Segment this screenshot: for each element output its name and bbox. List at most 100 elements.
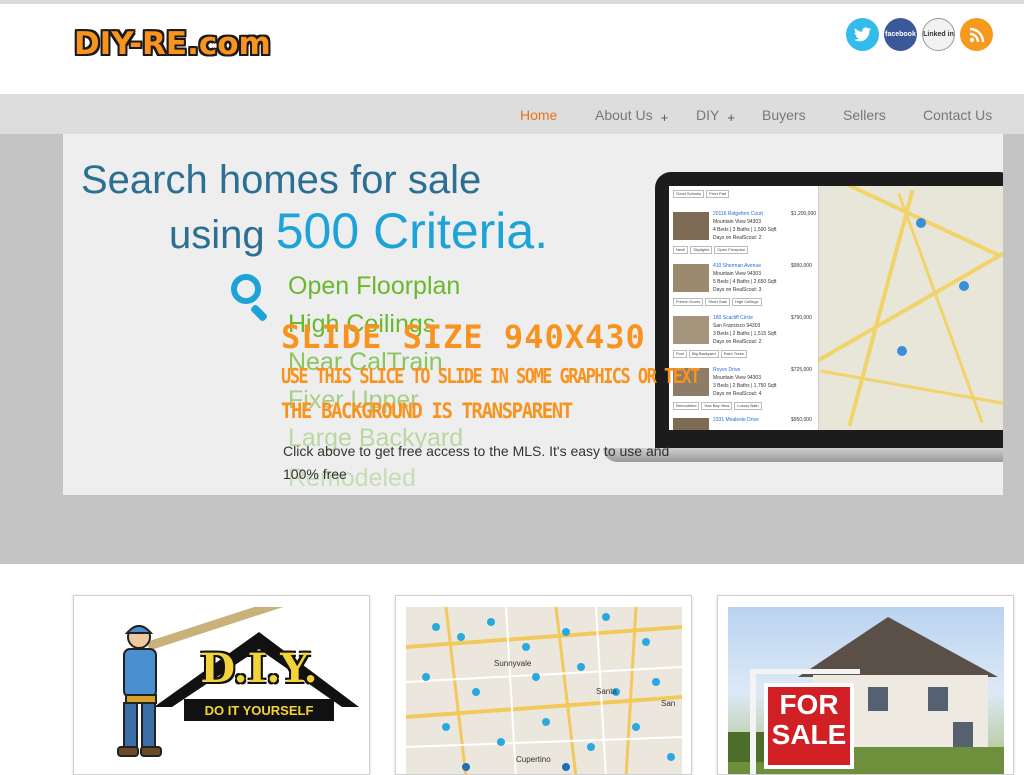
listing-price: $950,000 xyxy=(791,417,812,423)
listing-title: 2331 Miraleste Drive xyxy=(713,417,759,423)
map-pin xyxy=(522,643,530,651)
map-pin xyxy=(442,723,450,731)
listing-city: Mountain View 94303 xyxy=(713,271,761,277)
facebook-icon[interactable]: facebook xyxy=(884,18,917,51)
slide-caption: Click above to get free access to the ML… xyxy=(283,443,670,482)
listing-tag: Pool xyxy=(673,350,688,358)
listing-tag: French Doors xyxy=(673,298,704,306)
map-pin xyxy=(562,628,570,636)
map-view xyxy=(819,186,1003,430)
worker-boot xyxy=(117,746,139,757)
listing-tag: Remodeled xyxy=(673,402,700,410)
listing-tags: Good Schools Fixer Pad xyxy=(673,190,730,198)
sign-post xyxy=(750,669,756,774)
map-pin xyxy=(959,281,969,291)
listing-thumbnail xyxy=(673,264,709,292)
listing-days: Days on RealScout: 2 xyxy=(713,339,762,345)
map-road xyxy=(819,251,1003,365)
listing-tags: Next! Skylights Open Floorplan xyxy=(673,246,748,254)
listing-price: $950,000 xyxy=(791,263,812,269)
listing-title: 20116 Ridgefom Court xyxy=(713,211,763,217)
nav-sellers[interactable]: Sellers xyxy=(843,107,886,123)
lumber-board xyxy=(146,607,302,651)
main-nav: Home About Us + DIY + Buyers Sellers Conta… xyxy=(0,94,1024,134)
map-label: Cupertino xyxy=(516,755,551,764)
map-pin xyxy=(457,633,465,641)
listing-specs: 5 Beds | 4 Baths | 2,650 Sqft xyxy=(713,279,777,285)
headline-prefix: using xyxy=(169,213,276,257)
tool-belt xyxy=(125,694,157,704)
listing-price: $790,000 xyxy=(791,315,812,321)
map-label: Santa xyxy=(596,687,617,696)
list-item: Good Schools Fixer Pad xyxy=(673,188,815,202)
diy-image: D.I.Y. DO IT YOURSELF xyxy=(84,607,360,774)
listing-tag: Open Floorplan xyxy=(714,246,748,254)
list-item: 180 Scacliff Circle $790,000 San Francis… xyxy=(673,312,815,362)
linkedin-label: Linked in xyxy=(923,31,954,38)
rss-icon[interactable] xyxy=(960,18,993,51)
plus-icon: + xyxy=(660,110,669,125)
map-card[interactable]: Sunnyvale Santa Cupertino San xyxy=(395,595,692,775)
listing-column: Good Schools Fixer Pad 20116 Ridgefom Co… xyxy=(669,186,819,430)
house-window xyxy=(953,722,973,748)
listing-tags: French Doors Short Sale High Ceilings xyxy=(673,298,762,306)
map-street xyxy=(406,666,682,683)
worker-leg xyxy=(141,702,156,748)
listing-tag: Short Sale xyxy=(705,298,730,306)
house-window xyxy=(868,687,888,711)
listing-days: Days on RealScout: 4 xyxy=(713,391,762,397)
nav-contact-us[interactable]: Contact Us xyxy=(923,107,992,123)
listing-price: $725,000 xyxy=(791,367,812,373)
listing-city: San Francisco 94303 xyxy=(713,323,761,329)
nav-home[interactable]: Home xyxy=(520,107,557,123)
listing-tags: Pool Big Backyard Palm Trees xyxy=(673,350,747,358)
map-pin xyxy=(422,673,430,681)
listing-price: $1,200,000 xyxy=(791,211,817,217)
map-pin xyxy=(542,718,550,726)
slide-overlay-line2: THE BACKGROUND IS TRANSPARENT xyxy=(281,399,573,423)
listing-specs: 3 Beds | 2 Baths | 1,515 Sqft xyxy=(713,331,777,337)
listing-tag: Palm Trees xyxy=(720,350,747,358)
listing-title: 180 Scacliff Circle xyxy=(713,315,753,321)
search-icon xyxy=(231,274,261,304)
headline-criteria: 500 Criteria. xyxy=(275,203,549,259)
facebook-label: facebook xyxy=(885,31,916,38)
nav-diy[interactable]: DIY + xyxy=(696,107,735,125)
listing-days: Days on RealScout: 2 xyxy=(713,235,762,241)
for-sale-sign-line1: FOR xyxy=(779,689,839,720)
nav-buyers[interactable]: Buyers xyxy=(762,107,806,123)
laptop-image: Good Schools Fixer Pad 20116 Ridgefom Co… xyxy=(655,172,1003,448)
for-sale-card[interactable]: FOR SALE xyxy=(717,595,1014,775)
diy-ribbon-text: DO IT YOURSELF xyxy=(204,703,314,718)
map-pin xyxy=(897,346,907,356)
plus-icon: + xyxy=(727,110,735,125)
map-pin xyxy=(602,613,610,621)
worker-boot xyxy=(140,746,162,757)
site-logo[interactable]: DIY-RE.com xyxy=(74,26,271,62)
listing-tag: High Ceilings xyxy=(731,298,762,306)
slide-headline: Search homes for sale xyxy=(81,158,482,202)
diy-card[interactable]: D.I.Y. DO IT YOURSELF xyxy=(73,595,370,775)
map-pin xyxy=(587,743,595,751)
linkedin-icon[interactable]: Linked in xyxy=(922,18,955,51)
listing-tag: Skylights xyxy=(690,246,713,254)
twitter-icon[interactable] xyxy=(846,18,879,51)
map-pin xyxy=(667,753,675,761)
house-image: FOR SALE xyxy=(728,607,1004,774)
nav-about-us[interactable]: About Us + xyxy=(595,107,669,125)
map-label: Sunnyvale xyxy=(494,659,532,668)
listing-tag: Good Schools xyxy=(673,190,705,198)
listing-tag: Fixer Pad xyxy=(706,190,730,198)
listing-days: Days on RealScout: 3 xyxy=(713,287,762,293)
map-pin xyxy=(577,663,585,671)
sign-arm xyxy=(750,669,860,674)
listing-tag: Has Bay View xyxy=(701,402,733,410)
slide-size-title: SLIDE SIZE 940X430 xyxy=(281,318,646,356)
listing-tag: Big Backyard xyxy=(689,350,719,358)
listing-specs: 4 Beds | 3 Baths | 1,500 Sqft xyxy=(713,227,777,233)
listing-thumbnail xyxy=(673,418,709,430)
listing-tags: Remodeled Has Bay View Luxury Bath xyxy=(673,402,762,410)
for-sale-sign-line2: SALE xyxy=(771,719,847,750)
listing-specs: 3 Beds | 2 Baths | 1,750 Sqft xyxy=(713,383,777,389)
nav-about-us-label: About Us xyxy=(595,107,653,123)
